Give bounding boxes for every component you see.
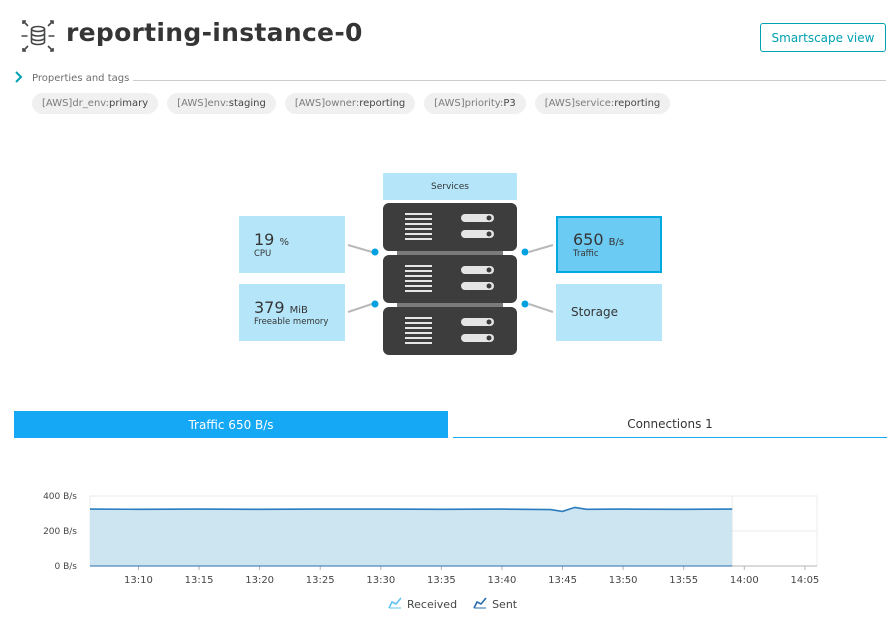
y-tick-label: 400 B/s: [43, 492, 77, 502]
tab-traffic[interactable]: Traffic 650 B/s: [14, 411, 448, 438]
instance-infographic: Services 19 % CPU 379 MiB Freeable memor…: [0, 0, 896, 360]
x-tick-label: 14:05: [790, 575, 819, 586]
received-area: [90, 507, 733, 566]
tab-connections[interactable]: Connections 1: [453, 411, 887, 438]
metric-tabs: Traffic 650 B/s Connections 1: [14, 411, 887, 439]
memory-label: Freeable memory: [254, 317, 329, 327]
x-tick-label: 13:30: [366, 575, 395, 586]
storage-tile[interactable]: Storage: [556, 284, 662, 341]
memory-tile[interactable]: 379 MiB Freeable memory: [239, 284, 345, 341]
cpu-label: CPU: [254, 249, 272, 259]
x-tick-label: 13:55: [669, 575, 698, 586]
x-tick-label: 13:40: [488, 575, 517, 586]
x-tick-label: 13:35: [427, 575, 456, 586]
y-tick-label: 0 B/s: [55, 562, 78, 572]
y-tick-label: 200 B/s: [43, 527, 77, 537]
chart-legend: Received Sent: [388, 597, 517, 612]
area-series-icon: [388, 597, 402, 612]
server-stack-icon: [383, 203, 517, 355]
traffic-value: 650 B/s: [573, 230, 624, 249]
traffic-number: 650: [573, 230, 604, 249]
cpu-tile[interactable]: 19 % CPU: [239, 216, 345, 273]
traffic-unit: B/s: [608, 237, 625, 248]
x-tick-label: 13:20: [245, 575, 274, 586]
x-tick-label: 13:45: [548, 575, 577, 586]
memory-unit: MiB: [289, 305, 308, 316]
legend-sent-label: Sent: [492, 598, 518, 611]
traffic-label: Traffic: [573, 249, 599, 259]
x-tick-label: 14:00: [730, 575, 759, 586]
memory-value: 379 MiB: [254, 298, 308, 317]
cpu-unit: %: [279, 237, 289, 248]
legend-sent[interactable]: Sent: [473, 597, 517, 612]
x-tick-label: 13:25: [306, 575, 335, 586]
x-tick-label: 13:10: [124, 575, 153, 586]
traffic-tile[interactable]: 650 B/s Traffic: [556, 216, 662, 273]
memory-number: 379: [254, 298, 285, 317]
legend-received-label: Received: [407, 598, 458, 611]
area-series-icon: [473, 597, 487, 612]
cpu-value: 19 %: [254, 230, 289, 249]
x-tick-label: 13:50: [609, 575, 638, 586]
services-tile[interactable]: Services: [383, 173, 517, 200]
legend-received[interactable]: Received: [388, 597, 457, 612]
cpu-number: 19: [254, 230, 275, 249]
storage-label: Storage: [571, 305, 618, 319]
x-tick-label: 13:15: [185, 575, 214, 586]
